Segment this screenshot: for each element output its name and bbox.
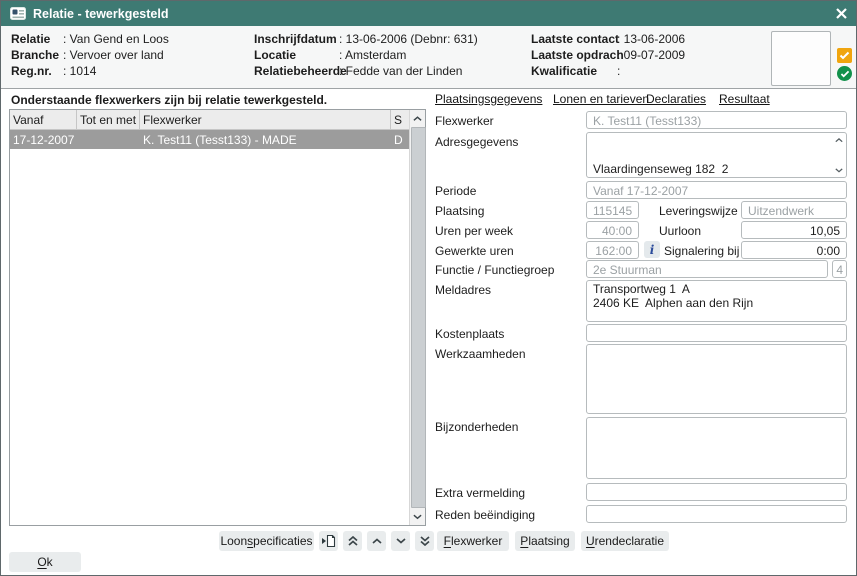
scroll-up-icon[interactable]: [832, 135, 845, 145]
werkzaamheden-field[interactable]: [586, 344, 847, 414]
kwalificatie-value: :: [617, 64, 620, 78]
inschrijfdatum-value: : 13-06-2006 (Debnr: 631): [339, 32, 478, 46]
double-chevron-up-icon: [348, 536, 358, 546]
signalering-bij-label: Signalering bij: [664, 244, 739, 258]
locatie-value: : Amsterdam: [339, 48, 406, 62]
extra-vermelding-field[interactable]: [586, 483, 847, 501]
scroll-down-icon[interactable]: [410, 508, 425, 525]
functie-field: 2e Stuurman: [586, 260, 828, 278]
flexwerker-button[interactable]: Flexwerker: [437, 531, 509, 551]
reden-beeindiging-label: Reden beëindiging: [435, 508, 535, 522]
close-icon[interactable]: [836, 8, 847, 19]
move-up-button[interactable]: [367, 531, 386, 551]
bijzonderheden-label: Bijzonderheden: [435, 420, 518, 434]
list-scrollbar[interactable]: [409, 110, 425, 525]
uurloon-label: Uurloon: [659, 224, 701, 238]
relatie-tewerkgesteld-window: Relatie - tewerkgesteld Relatie : Van Ge…: [0, 0, 857, 576]
extra-vermelding-label: Extra vermelding: [435, 486, 525, 500]
urendeclaratie-button[interactable]: Urendeclaratie: [581, 531, 669, 551]
chevron-up-icon: [372, 538, 382, 544]
inschrijfdatum-label: Inschrijfdatum: [254, 32, 337, 46]
adresgegevens-text: Vlaardingenseweg 182 2 1V122 Made Polen: [593, 162, 840, 178]
move-first-button[interactable]: [343, 531, 362, 551]
uren-per-week-field: 40:00: [586, 221, 639, 239]
meldadres-field[interactable]: Transportweg 1 A 2406 KE Alphen aan den …: [586, 280, 847, 322]
regnr-value: : 1014: [63, 64, 96, 78]
column-header-vanaf: Vanaf: [10, 110, 77, 130]
relatie-label: Relatie: [11, 32, 50, 46]
leveringswijze-label: Leveringswijze: [659, 204, 738, 218]
tab-declaraties[interactable]: Declaraties: [646, 92, 706, 106]
periode-field: Vanaf 17-12-2007: [586, 181, 847, 199]
uurloon-field[interactable]: 10,05: [741, 221, 847, 239]
plaatsing-field: 115145: [586, 201, 639, 219]
column-header-s: S: [391, 110, 409, 130]
laatste-contact-value: : 13-06-2006: [617, 32, 685, 46]
chevron-down-icon: [396, 538, 406, 544]
move-down-button[interactable]: [391, 531, 410, 551]
locatie-label: Locatie: [254, 48, 296, 62]
flexworkers-caption: Onderstaande flexwerkers zijn bij relati…: [11, 93, 327, 107]
column-header-flexwerker: Flexwerker: [140, 110, 391, 130]
adresgegevens-field[interactable]: Vlaardingenseweg 182 2 1V122 Made Polen: [586, 132, 847, 178]
adres-scrollbar[interactable]: [832, 134, 845, 176]
document-arrow-icon: [322, 534, 336, 548]
double-chevron-down-icon: [420, 536, 430, 546]
table-row-tot-en-met[interactable]: [77, 130, 140, 149]
photo-placeholder: [771, 31, 831, 86]
flexwerker-field: K. Test11 (Tesst133): [586, 111, 847, 129]
table-row-flexwerker[interactable]: K. Test11 (Tesst133) - MADE: [140, 130, 391, 149]
flexworkers-table: Vanaf Tot en met Flexwerker S 17-12-2007…: [9, 109, 426, 526]
leveringswijze-field: Uitzendwerk: [741, 201, 847, 219]
laatste-opdracht-value: : 09-07-2009: [617, 48, 685, 62]
scrollbar-thumb[interactable]: [411, 127, 426, 508]
green-check-icon: [837, 66, 852, 81]
kwalificatie-label: Kwalificatie: [531, 64, 597, 78]
goto-document-button[interactable]: [319, 531, 338, 551]
periode-label: Periode: [435, 184, 476, 198]
werkzaamheden-label: Werkzaamheden: [435, 347, 526, 361]
functiegroep-field: 4: [832, 260, 847, 278]
window-title: Relatie - tewerkgesteld: [33, 7, 168, 21]
relation-header: Relatie : Van Gend en Loos Branche : Ver…: [1, 26, 856, 89]
branche-label: Branche: [11, 48, 59, 62]
branche-value: : Vervoer over land: [63, 48, 164, 62]
reden-beeindiging-field[interactable]: [586, 505, 847, 523]
laatste-contact-label: Laatste contact: [531, 32, 619, 46]
gewerkte-uren-field: 162:00: [586, 241, 639, 259]
plaatsing-button[interactable]: Plaatsing: [515, 531, 575, 551]
orange-check-icon: [837, 48, 852, 63]
tab-plaatsingsgegevens[interactable]: Plaatsingsgegevens: [435, 92, 542, 106]
bijzonderheden-field[interactable]: [586, 417, 847, 479]
table-row-vanaf[interactable]: 17-12-2007: [10, 130, 77, 149]
relatiebeheerder-value: : Fedde van der Linden: [339, 64, 462, 78]
tab-resultaat[interactable]: Resultaat: [719, 92, 770, 106]
kostenplaats-field[interactable]: [586, 324, 847, 342]
scroll-up-icon[interactable]: [410, 110, 425, 127]
tab-lonen-en-tarieven[interactable]: Lonen en tarieven: [553, 92, 649, 106]
regnr-label: Reg.nr.: [11, 64, 52, 78]
ok-button[interactable]: Ok: [9, 552, 81, 572]
uren-per-week-label: Uren per week: [435, 224, 513, 238]
scroll-down-icon[interactable]: [832, 165, 845, 175]
relatiebeheerder-label: Relatiebeheerde: [254, 64, 347, 78]
contact-card-icon: [10, 7, 26, 20]
flexwerker-label: Flexwerker: [435, 114, 494, 128]
meldadres-label: Meldadres: [435, 283, 491, 297]
column-header-tot-en-met: Tot en met: [77, 110, 140, 130]
relatie-value: : Van Gend en Loos: [63, 32, 169, 46]
signalering-bij-field[interactable]: 0:00: [741, 241, 847, 259]
laatste-opdracht-label: Laatste opdrach: [531, 48, 624, 62]
gewerkte-uren-label: Gewerkte uren: [435, 244, 514, 258]
move-last-button[interactable]: [415, 531, 434, 551]
info-icon[interactable]: i: [644, 241, 660, 258]
adresgegevens-label: Adresgegevens: [435, 135, 518, 149]
functie-label: Functie / Functiegroep: [435, 263, 554, 277]
table-row-status[interactable]: D: [391, 130, 409, 149]
title-bar: Relatie - tewerkgesteld: [1, 1, 856, 26]
kostenplaats-label: Kostenplaats: [435, 327, 504, 341]
loonspecificaties-button[interactable]: Loonspecificaties: [219, 531, 314, 551]
plaatsing-label: Plaatsing: [435, 204, 484, 218]
